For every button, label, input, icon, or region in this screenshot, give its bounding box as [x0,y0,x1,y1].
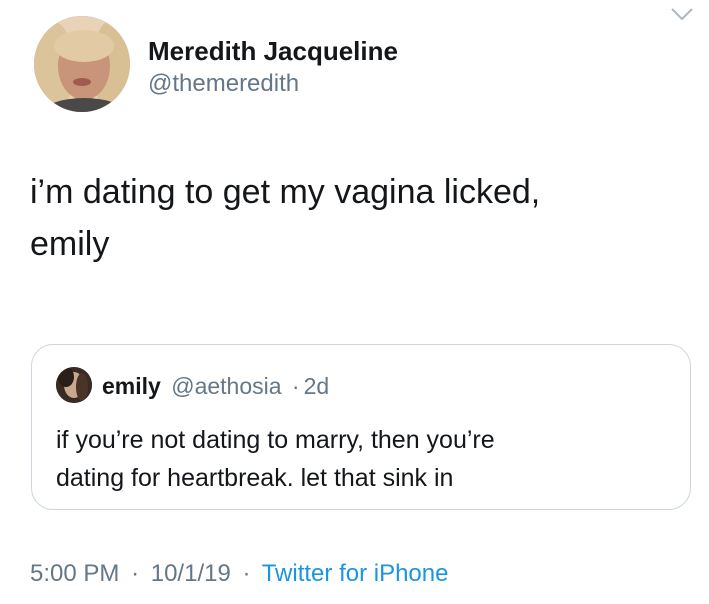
tweet-text-line: emily [30,225,110,263]
author-name[interactable]: Meredith Jacqueline [148,36,398,67]
quoted-tweet-header: emily @aethosia · 2d [102,373,329,400]
quoted-author-handle: @aethosia [171,373,282,399]
tweet-time[interactable]: 5:00 PM [30,560,119,587]
quoted-separator: · [291,373,300,399]
tweet-card: Meredith Jacqueline @themeredith i’m dat… [0,0,709,604]
quoted-text-line: dating for heartbreak. let that sink in [56,464,454,492]
footer-separator: · [242,560,251,587]
chevron-down-icon[interactable] [668,4,696,24]
tweet-date[interactable]: 10/1/19 [151,560,231,587]
tweet-text: i’m dating to get my vagina licked, emil… [30,166,680,270]
quoted-author-avatar [56,367,92,403]
quoted-tweet-text: if you’re not dating to marry, then you’… [56,421,676,497]
quoted-text-line: if you’re not dating to marry, then you’… [56,426,495,454]
author-handle[interactable]: @themeredith [148,70,299,98]
quoted-tweet[interactable]: emily @aethosia · 2d if you’re not dating… [31,344,691,510]
tweet-source-link[interactable]: Twitter for iPhone [262,560,449,587]
quoted-timestamp: 2d [303,373,330,399]
tweet-text-line: i’m dating to get my vagina licked, [30,173,541,211]
tweet-footer: 5:00 PM · 10/1/19 · Twitter for iPhone [30,560,448,588]
author-avatar[interactable] [34,16,130,112]
footer-separator: · [131,560,140,587]
quoted-author-name: emily [102,373,161,399]
